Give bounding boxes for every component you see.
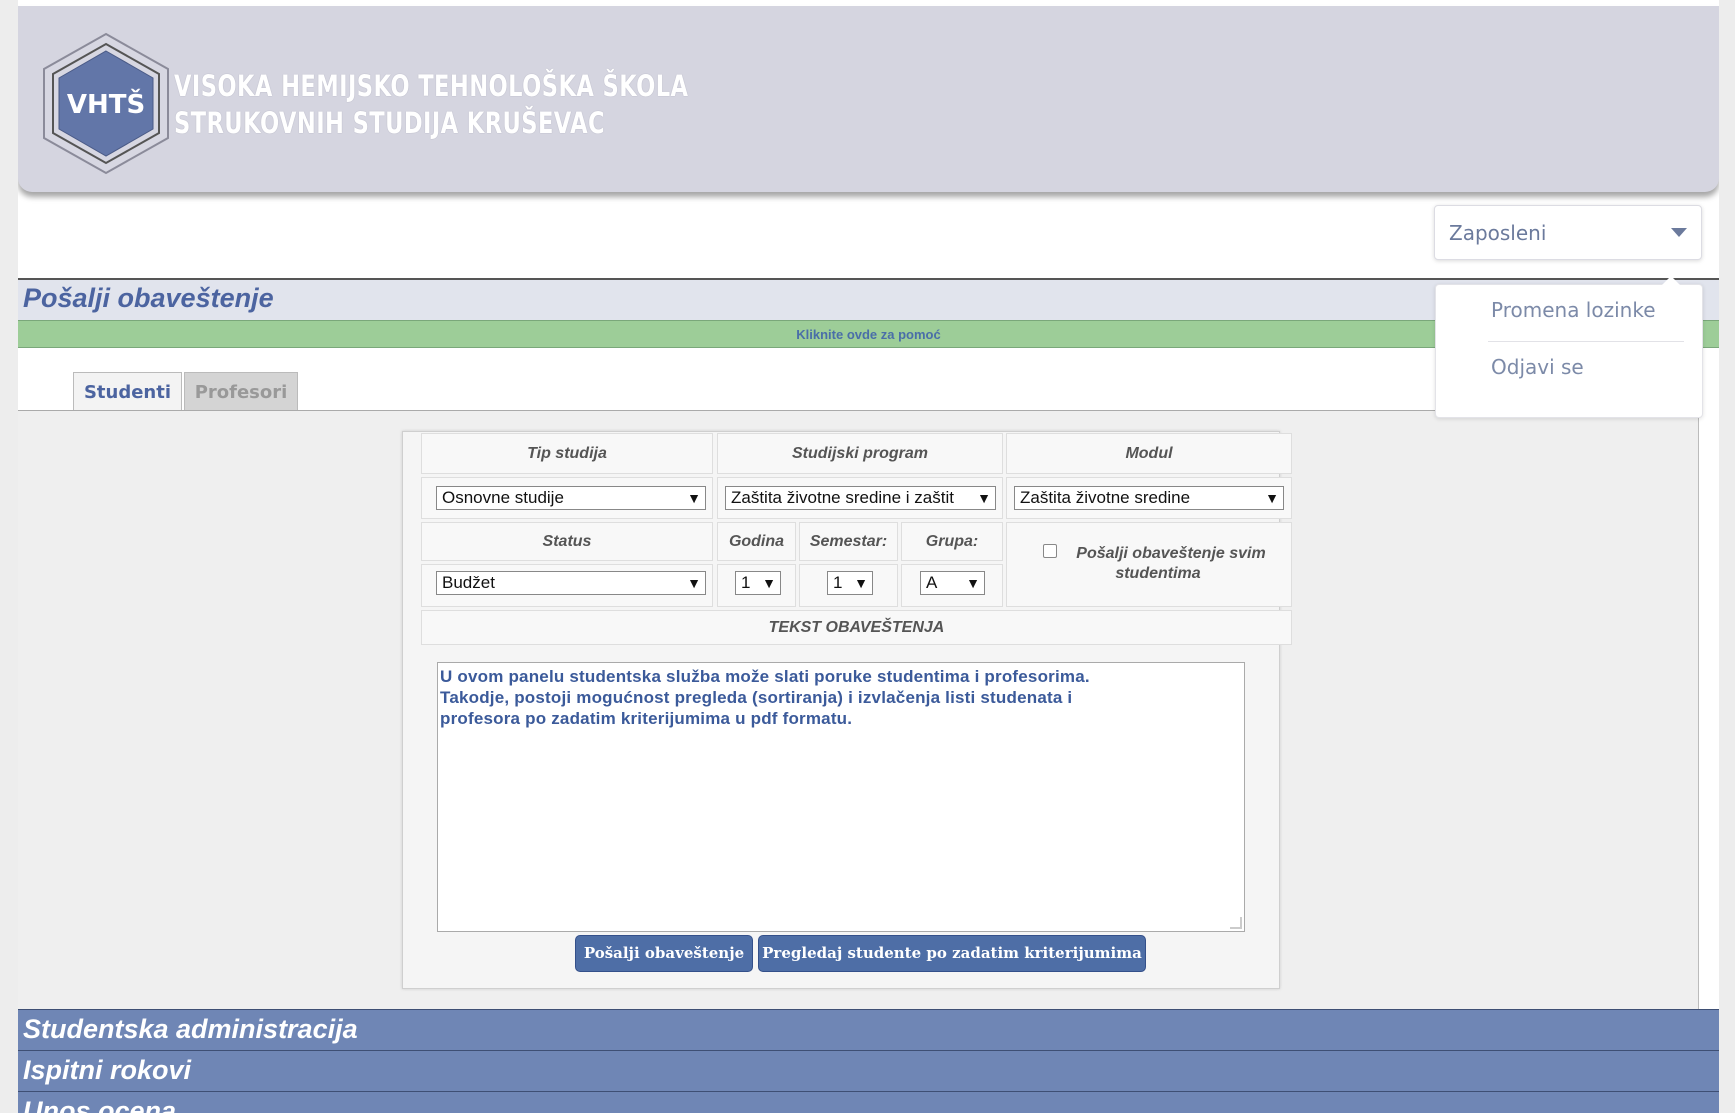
modul-value: Zaštita životne sredine bbox=[1020, 488, 1191, 507]
message-line1: U ovom panelu studentska služba može sla… bbox=[440, 667, 1090, 686]
modul-select[interactable]: Zaštita životne sredine ▼ bbox=[1014, 486, 1284, 510]
triangle-down-icon: ▼ bbox=[759, 572, 776, 594]
accordion-studentska-administracija[interactable]: Studentska administracija bbox=[18, 1009, 1719, 1050]
tip-studija-select[interactable]: Osnovne studije ▼ bbox=[436, 486, 706, 510]
accordion-label: Studentska administracija bbox=[23, 1014, 358, 1044]
triangle-down-icon: ▼ bbox=[684, 487, 701, 509]
triangle-down-icon: ▼ bbox=[684, 572, 701, 594]
review-students-button[interactable]: Pregledaj studente po zadatim kriterijum… bbox=[758, 935, 1146, 972]
user-menu-label: Zaposleni bbox=[1449, 220, 1547, 245]
menu-divider bbox=[1488, 341, 1684, 342]
studijski-program-value: Zaštita životne sredine i zaštit bbox=[731, 488, 954, 507]
tip-studija-value: Osnovne studije bbox=[442, 488, 564, 507]
accordion-label: Unos ocena bbox=[23, 1096, 177, 1113]
page-title: Pošalji obaveštenje bbox=[23, 283, 274, 313]
logo-abbreviation: VHTŠ bbox=[67, 88, 145, 120]
header-godina: Godina bbox=[717, 522, 796, 561]
message-line3: profesora po zadatim kriterijumima u pdf… bbox=[440, 709, 853, 728]
header-studijski-program: Studijski program bbox=[717, 433, 1003, 474]
triangle-down-icon: ▼ bbox=[974, 487, 991, 509]
user-menu-toggle[interactable]: Zaposleni bbox=[1434, 205, 1702, 260]
triangle-down-icon: ▼ bbox=[851, 572, 868, 594]
school-logo[interactable]: VHTŠ bbox=[41, 32, 171, 175]
accordion-ispitni-rokovi[interactable]: Ispitni rokovi bbox=[18, 1050, 1719, 1091]
status-select[interactable]: Budžet ▼ bbox=[436, 571, 706, 595]
status-value: Budžet bbox=[442, 573, 495, 592]
send-notification-button[interactable]: Pošalji obaveštenje bbox=[575, 935, 753, 972]
tab-profesori[interactable]: Profesori bbox=[184, 372, 298, 411]
godina-select[interactable]: 1 ▼ bbox=[735, 571, 781, 595]
send-all-label-line2: studentima bbox=[1115, 565, 1201, 582]
header-tekst-obavestenja: TEKST OBAVEŠTENJA bbox=[421, 610, 1292, 645]
menu-item-odjavi-se[interactable]: Odjavi se bbox=[1491, 355, 1584, 379]
header-semestar: Semestar: bbox=[799, 522, 898, 561]
user-dropdown: Promena lozinke Odjavi se bbox=[1435, 276, 1703, 418]
site-header: VHTŠ VISOKA HEMIJSKO TEHNOLOŠKA ŠKOLA ST… bbox=[18, 6, 1719, 192]
semestar-select[interactable]: 1 ▼ bbox=[827, 571, 873, 595]
message-line2: Takodje, postoji mogućnost pregleda (sor… bbox=[440, 688, 1073, 707]
send-all-label-line1: Pošalji obaveštenje svim bbox=[1076, 545, 1266, 562]
grupa-value: A bbox=[926, 573, 938, 592]
resize-handle-icon[interactable] bbox=[1230, 917, 1242, 929]
triangle-down-icon: ▼ bbox=[1262, 487, 1279, 509]
semestar-value: 1 bbox=[833, 573, 843, 592]
tab-studenti[interactable]: Studenti bbox=[73, 372, 182, 413]
school-name-line2: STRUKOVNIH STUDIJA KRUŠEVAC bbox=[174, 106, 606, 140]
accordion-unos-ocena[interactable]: Unos ocena bbox=[18, 1091, 1719, 1113]
accordion-label: Ispitni rokovi bbox=[23, 1055, 192, 1085]
menu-item-promena-lozinke[interactable]: Promena lozinke bbox=[1491, 298, 1656, 322]
godina-value: 1 bbox=[741, 573, 751, 592]
header-status: Status bbox=[421, 522, 713, 561]
caret-down-icon bbox=[1671, 228, 1687, 237]
header-modul: Modul bbox=[1006, 433, 1292, 474]
grupa-select[interactable]: A ▼ bbox=[920, 571, 985, 595]
header-tip-studija: Tip studija bbox=[421, 433, 713, 474]
school-name: VISOKA HEMIJSKO TEHNOLOŠKA ŠKOLA STRUKOV… bbox=[174, 68, 688, 142]
header-grupa: Grupa: bbox=[901, 522, 1003, 561]
studijski-program-select[interactable]: Zaštita životne sredine i zaštit ▼ bbox=[725, 486, 996, 510]
send-all-label: Pošalji obaveštenje svim studentima bbox=[1040, 544, 1276, 584]
school-name-line1: VISOKA HEMIJSKO TEHNOLOŠKA ŠKOLA bbox=[174, 69, 689, 103]
message-textarea[interactable]: U ovom panelu studentska služba može sla… bbox=[437, 662, 1245, 932]
triangle-down-icon: ▼ bbox=[963, 572, 980, 594]
